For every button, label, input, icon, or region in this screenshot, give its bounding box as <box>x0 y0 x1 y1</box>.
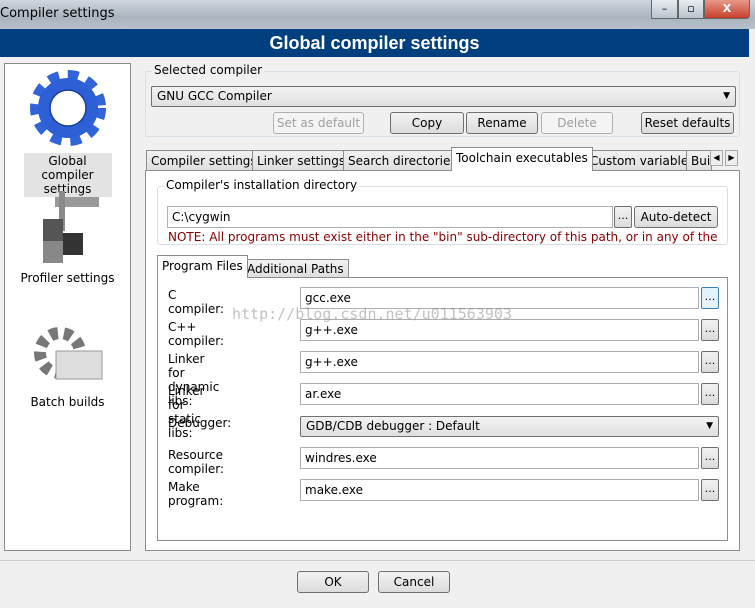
program-label: Resource compiler: <box>168 448 225 476</box>
program-input[interactable]: g++.exe <box>300 351 699 373</box>
program-input[interactable]: windres.exe <box>300 447 699 469</box>
program-label: Debugger: <box>168 416 232 430</box>
set-as-default-button[interactable]: Set as default <box>273 112 364 134</box>
compiler-dropdown[interactable]: GNU GCC Compiler ▼ <box>151 86 736 107</box>
group-label: Compiler's installation directory <box>164 178 360 192</box>
program-input[interactable]: ar.exe <box>300 383 699 405</box>
program-label: Make program: <box>168 480 224 508</box>
tab-scroll-left-icon[interactable]: ◀ <box>710 150 723 166</box>
browse-button[interactable]: ... <box>701 351 719 373</box>
tab-additional-paths[interactable]: Additional Paths <box>242 259 349 277</box>
maximize-icon[interactable]: ▫ <box>678 0 704 19</box>
browse-button[interactable]: ... <box>701 287 719 309</box>
tab-toolchain-executables[interactable]: Toolchain executables <box>451 147 593 171</box>
tab-build-options[interactable]: Bui <box>686 150 712 171</box>
tab-search-directories[interactable]: Search directories <box>343 150 462 171</box>
group-label: Selected compiler <box>152 63 265 77</box>
browse-button[interactable]: ... <box>701 319 719 341</box>
gear-stack-icon <box>33 327 102 380</box>
program-label: C++ compiler: <box>168 320 225 348</box>
browse-button[interactable]: ... <box>701 479 719 501</box>
page-title: Global compiler settings <box>0 29 749 57</box>
debugger-value: GDB/CDB debugger : Default <box>306 419 480 433</box>
install-dir-input[interactable]: C:\cygwin <box>167 206 613 228</box>
caliper-icon <box>42 191 99 263</box>
footer-divider <box>0 560 755 561</box>
sidebar-item-profiler-settings[interactable]: Profiler settings <box>5 189 130 286</box>
window-title: Compiler settings <box>0 6 115 21</box>
sidebar-item-label: Batch builds <box>30 395 105 409</box>
reset-defaults-button[interactable]: Reset defaults <box>641 112 734 134</box>
chevron-down-icon: ▼ <box>706 421 713 431</box>
browse-button[interactable]: ... <box>701 383 719 405</box>
sidebar-item-global-compiler-settings[interactable]: Global compiler settings <box>5 66 130 197</box>
watermark: http://blog.csdn.net/u011563903 <box>232 305 512 323</box>
tab-compiler-settings[interactable]: Compiler settings <box>146 150 262 171</box>
delete-button[interactable]: Delete <box>541 112 613 134</box>
program-label: Linker for static libs: <box>168 384 205 440</box>
copy-button[interactable]: Copy <box>390 112 464 134</box>
install-dir-browse-button[interactable]: ... <box>614 206 632 228</box>
tab-scroll-right-icon[interactable]: ▶ <box>725 150 738 166</box>
ok-button[interactable]: OK <box>297 571 369 593</box>
tab-program-files[interactable]: Program Files <box>157 255 248 278</box>
tab-linker-settings[interactable]: Linker settings <box>252 150 351 171</box>
install-dir-note: NOTE: All programs must exist either in … <box>168 230 718 244</box>
title-bar[interactable]: Compiler settings – ▫ X <box>0 0 755 29</box>
rename-button[interactable]: Rename <box>466 112 538 134</box>
chevron-down-icon: ▼ <box>723 91 730 101</box>
auto-detect-button[interactable]: Auto-detect <box>634 206 718 228</box>
sidebar-item-batch-builds[interactable]: Batch builds <box>5 321 130 410</box>
sidebar-item-label: Profiler settings <box>20 271 115 285</box>
minimize-icon[interactable]: – <box>651 0 678 19</box>
compiler-value: GNU GCC Compiler <box>157 89 272 103</box>
program-input[interactable]: make.exe <box>300 479 699 501</box>
sidebar: Global compiler settings Profiler settin… <box>4 63 131 551</box>
cancel-button[interactable]: Cancel <box>378 571 450 593</box>
debugger-dropdown[interactable]: GDB/CDB debugger : Default ▼ <box>300 416 719 437</box>
browse-button[interactable]: ... <box>701 447 719 469</box>
tab-custom-variables[interactable]: Custom variables <box>585 150 700 171</box>
close-icon[interactable]: X <box>704 0 750 19</box>
blue-gear-icon <box>29 70 106 146</box>
program-label: C compiler: <box>168 288 225 316</box>
